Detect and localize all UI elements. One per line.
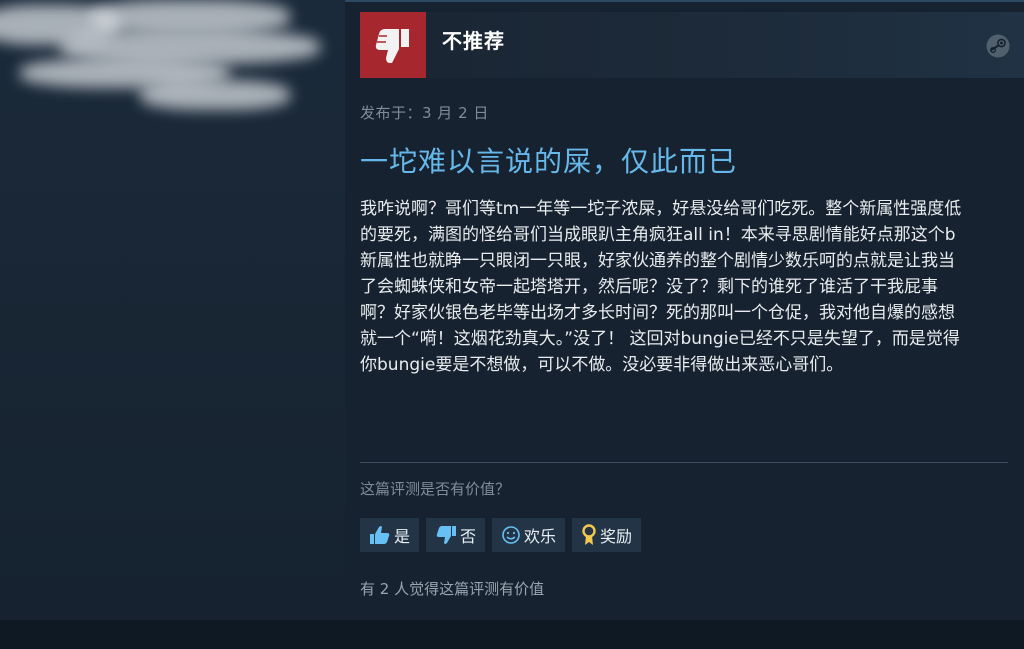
vote-no-label: 否 — [460, 527, 477, 546]
posted-date: 发布于：3 月 2 日 — [360, 104, 489, 122]
reviewer-panel — [0, 0, 345, 620]
steam-logo-icon[interactable] — [986, 34, 1010, 58]
card-top-border — [345, 0, 1024, 2]
review-card: 不推荐 发布于：3 月 2 日 一坨难以言说的屎，仅此而已 我咋说啊？哥们等tm… — [345, 0, 1024, 620]
vote-yes-label: 是 — [394, 527, 411, 546]
redacted-avatar-area — [0, 0, 345, 130]
award-ribbon-icon — [582, 524, 596, 545]
helpful-question: 这篇评测是否有价值？ — [360, 480, 511, 498]
helpful-count: 有 2 人觉得这篇评测有价值 — [360, 580, 545, 598]
award-label: 奖励 — [600, 527, 633, 546]
vote-yes-button[interactable]: 是 — [360, 518, 420, 552]
vote-buttons: 是 否 欢乐 奖励 — [360, 518, 642, 552]
vote-no-button[interactable]: 否 — [426, 518, 486, 552]
review-title: 一坨难以言说的屎，仅此而已 — [360, 145, 738, 178]
thumbs-up-icon — [370, 526, 390, 544]
vote-funny-label: 欢乐 — [524, 527, 557, 546]
thumbs-down-icon — [375, 29, 409, 63]
review-header: 不推荐 — [360, 12, 1024, 78]
verdict-label: 不推荐 — [442, 29, 505, 53]
smiley-icon — [502, 526, 520, 544]
award-button[interactable]: 奖励 — [572, 518, 642, 552]
vote-funny-button[interactable]: 欢乐 — [492, 518, 566, 552]
divider — [360, 462, 1008, 463]
verdict-badge — [360, 12, 426, 78]
thumbs-down-icon — [436, 526, 457, 544]
review-body: 我咋说啊？哥们等tm一年等一坨子浓屎，好悬没给哥们吃死。整个新属性强度低的要死，… — [360, 199, 962, 375]
